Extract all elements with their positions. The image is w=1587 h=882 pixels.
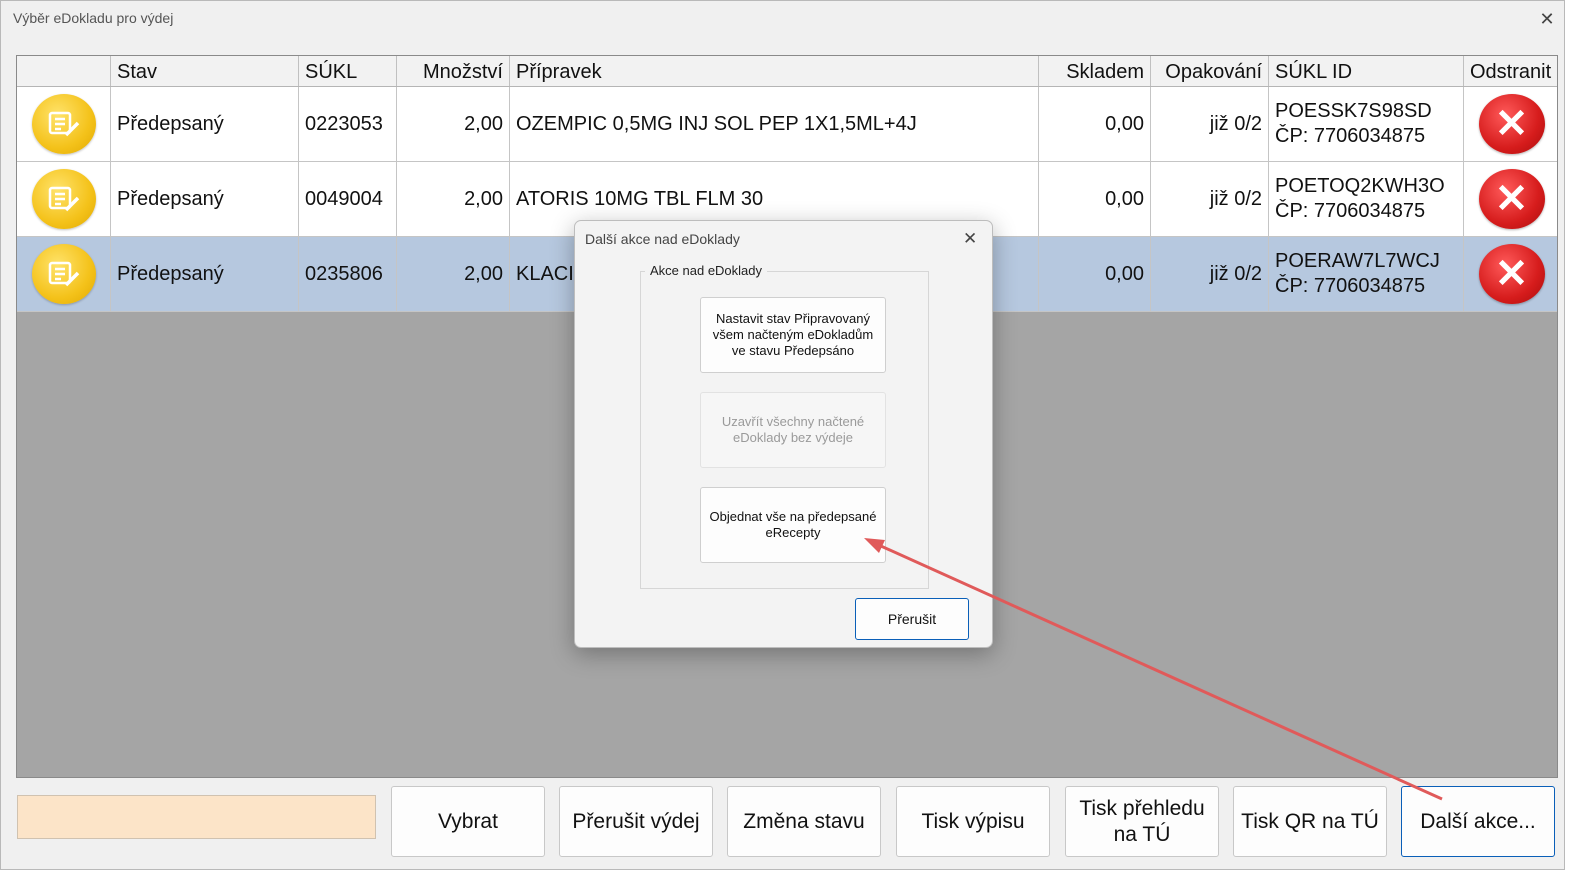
zmena-stavu-button[interactable]: Změna stavu [727,786,881,857]
cell-sukl: 0223053 [299,87,397,161]
row-icon-cell [17,87,111,161]
cell-stav: Předepsaný [111,162,299,236]
cell-sukl: 0235806 [299,237,397,311]
barcode-input[interactable] [17,795,376,839]
cell-opakovani: již 0/2 [1151,162,1269,236]
column-header-opakovani[interactable]: Opakování [1151,56,1269,86]
cell-odstranit: ✕ [1464,237,1557,311]
cell-skladem: 0,00 [1039,87,1151,161]
cell-opakovani: již 0/2 [1151,237,1269,311]
grid-header: Stav SÚKL Množství Přípravek Skladem Opa… [17,56,1557,87]
tisk-qr-button[interactable]: Tisk QR na TÚ [1233,786,1387,857]
column-header-skladem[interactable]: Skladem [1039,56,1151,86]
document-edit-icon [31,244,96,304]
prerusit-vydej-button[interactable]: Přerušit výdej [559,786,713,857]
dalsi-akce-button[interactable]: Další akce... [1401,786,1555,857]
dalsi-akce-dialog: Další akce nad eDoklady ✕ Akce nad eDokl… [574,220,993,648]
vybrat-button[interactable]: Vybrat [391,786,545,857]
dialog-close-button[interactable]: ✕ [963,229,977,249]
cell-sukl-id: POETOQ2KWH3O ČP: 7706034875 [1269,162,1464,236]
dialog-cancel-button[interactable]: Přerušit [855,598,969,640]
tisk-vypisu-button[interactable]: Tisk výpisu [896,786,1050,857]
table-row[interactable]: Předepsaný 0223053 2,00 OZEMPIC 0,5MG IN… [17,87,1557,162]
akce-group-label: Akce nad eDoklady [645,263,768,278]
cell-sukl: 0049004 [299,162,397,236]
column-header-odstranit[interactable]: Odstranit [1464,56,1557,86]
window-close-button[interactable]: ✕ [1537,9,1557,29]
sukl-id-text: POETOQ2KWH3O [1275,175,1445,197]
cell-odstranit: ✕ [1464,162,1557,236]
cell-mnozstvi: 2,00 [397,237,510,311]
cell-pripravek: OZEMPIC 0,5MG INJ SOL PEP 1X1,5ML+4J [510,87,1039,161]
column-header-sukl-id[interactable]: SÚKL ID [1269,56,1464,86]
set-state-prepared-button[interactable]: Nastavit stav Připravovaný všem načteným… [700,297,886,373]
column-header-mnozstvi[interactable]: Množství [397,56,510,86]
dialog-title: Další akce nad eDoklady [585,231,740,247]
row-icon-cell [17,162,111,236]
delete-x-icon[interactable]: ✕ [1478,244,1545,304]
cp-text: ČP: 7706034875 [1275,200,1426,222]
sukl-id-text: POERAW7L7WCJ [1275,250,1440,272]
cell-sukl-id: POERAW7L7WCJ ČP: 7706034875 [1269,237,1464,311]
column-header-sukl[interactable]: SÚKL [299,56,397,86]
cell-sukl-id: POESSK7S98SD ČP: 7706034875 [1269,87,1464,161]
cell-stav: Předepsaný [111,87,299,161]
delete-x-icon[interactable]: ✕ [1478,169,1545,229]
cell-opakovani: již 0/2 [1151,87,1269,161]
window-title: Výběr eDokladu pro výdej [13,10,174,26]
order-all-erecepty-button[interactable]: Objednat vše na předepsané eRecepty [700,487,886,563]
document-edit-icon [31,169,96,229]
cell-skladem: 0,00 [1039,237,1151,311]
column-header-stav[interactable]: Stav [111,56,299,86]
cp-text: ČP: 7706034875 [1275,275,1426,297]
cell-mnozstvi: 2,00 [397,162,510,236]
sukl-id-text: POESSK7S98SD [1275,100,1432,122]
cell-stav: Předepsaný [111,237,299,311]
cell-skladem: 0,00 [1039,162,1151,236]
row-icon-cell [17,237,111,311]
cell-odstranit: ✕ [1464,87,1557,161]
cell-mnozstvi: 2,00 [397,87,510,161]
document-edit-icon [31,94,96,154]
tisk-prehledu-button[interactable]: Tisk přehledu na TÚ [1065,786,1219,857]
close-all-without-dispense-button: Uzavřít všechny načtené eDoklady bez výd… [700,392,886,468]
delete-x-icon[interactable]: ✕ [1478,94,1545,154]
column-header-pripravek[interactable]: Přípravek [510,56,1039,86]
cp-text: ČP: 7706034875 [1275,125,1426,147]
column-header-icon[interactable] [17,56,111,86]
